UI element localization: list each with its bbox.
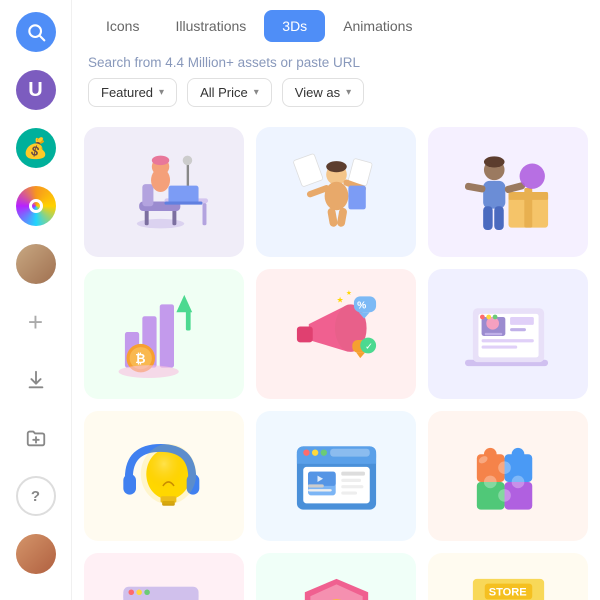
svg-text:★: ★ (336, 296, 343, 305)
folder-add-icon[interactable] (16, 418, 56, 458)
sidebar: U 💰 + ? (0, 0, 72, 600)
tab-bar: Icons Illustrations 3Ds Animations (72, 0, 600, 42)
add-icon[interactable]: + (16, 302, 56, 342)
tab-animations[interactable]: Animations (325, 10, 430, 42)
laptop-store-3d[interactable] (428, 269, 588, 399)
view-label: View as (295, 85, 340, 100)
price-chevron: ▾ (254, 87, 259, 98)
svg-text:✓: ✓ (365, 341, 373, 352)
svg-text:★: ★ (346, 290, 352, 297)
svg-text:STORE: STORE (488, 586, 526, 598)
price-filter[interactable]: All Price ▾ (187, 78, 272, 107)
tab-icons[interactable]: Icons (88, 10, 157, 42)
tab-3ds[interactable]: 3Ds (264, 10, 325, 42)
svg-text:₿: ₿ (135, 352, 145, 366)
avatar-icon[interactable] (16, 244, 56, 284)
person-desk-3d[interactable] (84, 127, 244, 257)
avatar2-icon[interactable] (16, 534, 56, 574)
shield-dollar-3d[interactable]: $ (256, 553, 416, 600)
store-3d[interactable]: STORE (428, 553, 588, 600)
person-box-3d[interactable] (428, 127, 588, 257)
main-content: Icons Illustrations 3Ds Animations Searc… (72, 0, 600, 600)
crypto-chart-3d[interactable]: ₿ (84, 269, 244, 399)
filter-row: Featured ▾ All Price ▾ View as ▾ (72, 78, 600, 119)
search-bar: Search from 4.4 Million+ assets or paste… (72, 42, 600, 78)
featured-label: Featured (101, 85, 153, 100)
puzzle-3d[interactable] (428, 411, 588, 541)
asset-grid: ₿ % (84, 127, 588, 600)
featured-filter[interactable]: Featured ▾ (88, 78, 177, 107)
search-icon[interactable] (16, 12, 56, 52)
megaphone-3d[interactable]: % ✓ ★ ★ (256, 269, 416, 399)
help-icon[interactable]: ? (16, 476, 56, 516)
featured-chevron: ▾ (159, 87, 164, 98)
headphones-bulb-3d[interactable] (84, 411, 244, 541)
person-flying-3d[interactable] (256, 127, 416, 257)
view-filter[interactable]: View as ▾ (282, 78, 364, 107)
view-chevron: ▾ (346, 87, 351, 98)
tab-illustrations[interactable]: Illustrations (157, 10, 264, 42)
asset-grid-area: ₿ % (72, 119, 600, 600)
ecommerce-3d[interactable]: BUY (84, 553, 244, 600)
gradient-icon[interactable] (16, 186, 56, 226)
download-icon[interactable] (16, 360, 56, 400)
price-label: All Price (200, 85, 248, 100)
browser-window-3d[interactable] (256, 411, 416, 541)
search-hint: Search from 4.4 Million+ assets or paste… (88, 55, 360, 70)
money-icon[interactable]: 💰 (16, 128, 56, 168)
user-icon[interactable]: U (16, 70, 56, 110)
svg-text:%: % (357, 300, 366, 311)
